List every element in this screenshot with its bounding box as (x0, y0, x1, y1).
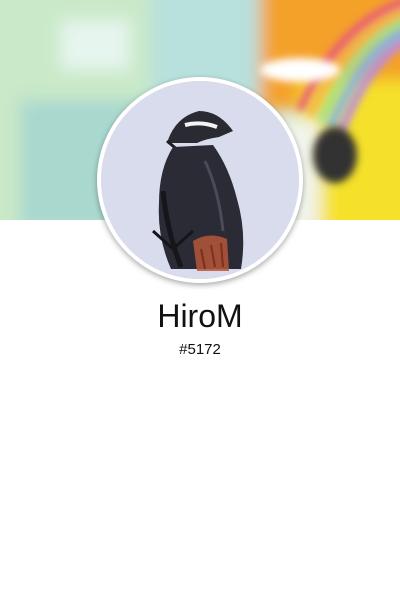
profile-card: HiroM #5172 (0, 0, 400, 600)
ink-painting-figure-icon (101, 81, 299, 279)
user-tag: #5172 (179, 341, 221, 358)
username: HiroM (157, 298, 243, 334)
avatar[interactable] (97, 77, 303, 283)
avatar-image (101, 81, 299, 279)
